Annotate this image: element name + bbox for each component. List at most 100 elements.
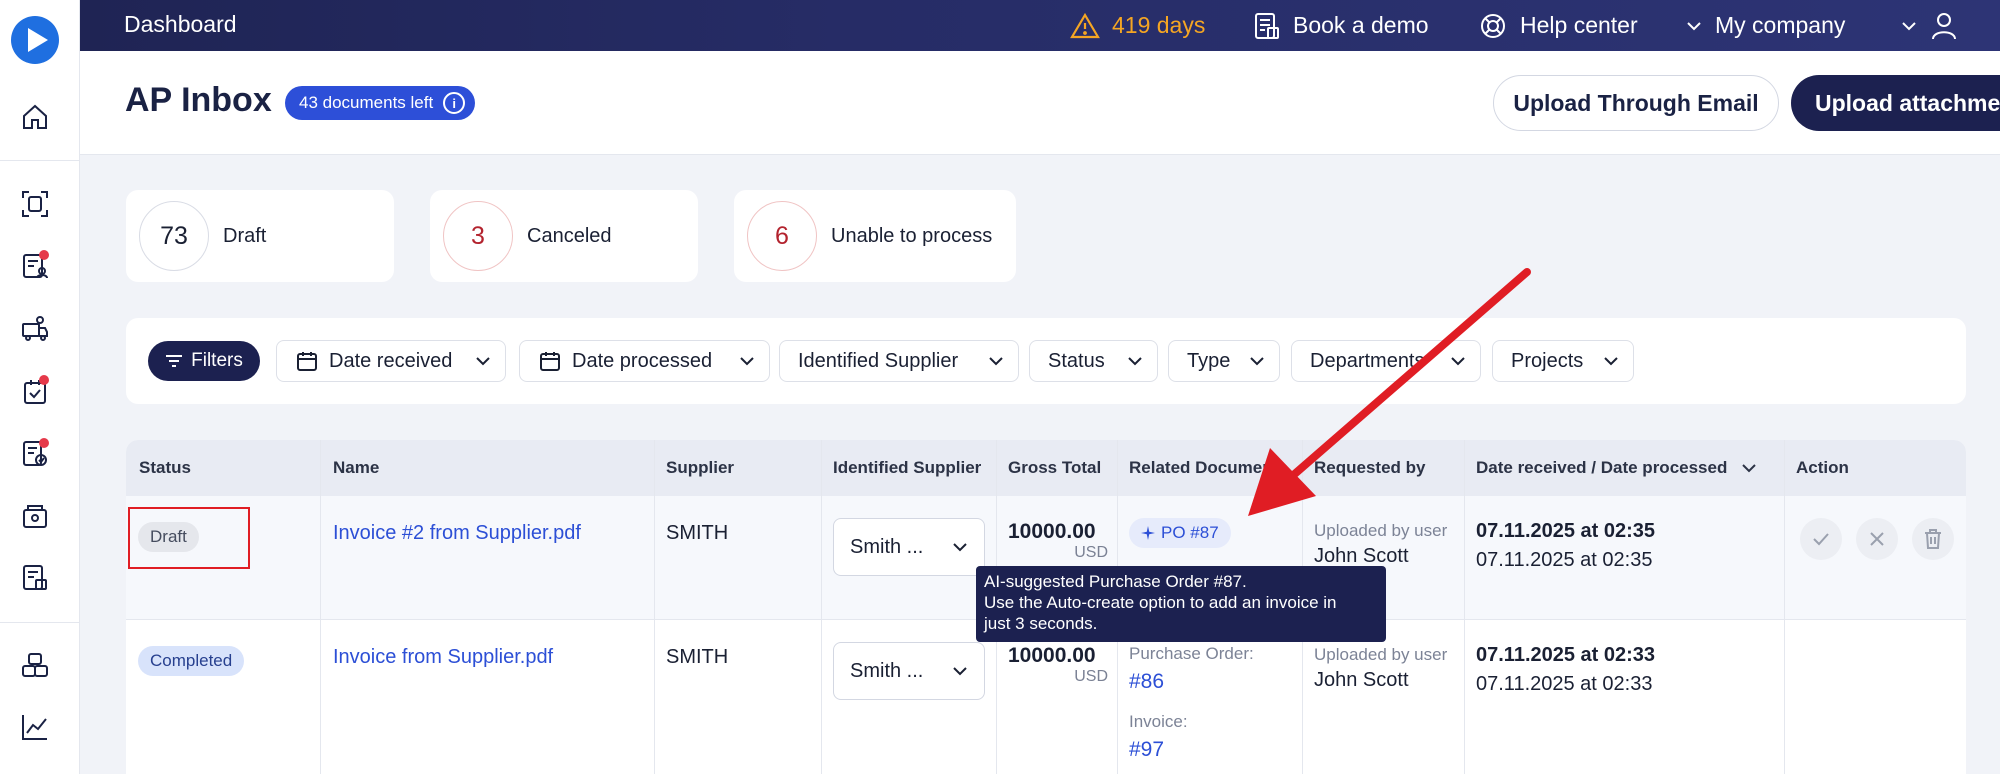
filter-lines-icon	[165, 354, 183, 368]
help-center-link[interactable]: Help center	[1478, 0, 1638, 51]
chevron-down-icon	[988, 356, 1004, 366]
stat-label: Draft	[223, 224, 267, 247]
tooltip-line: AI-suggested Purchase Order #87.	[984, 572, 1247, 591]
sparkle-icon	[1141, 526, 1155, 540]
chevron-down-icon	[739, 356, 755, 366]
gross-amount: 10000.00	[1008, 520, 1096, 543]
table-header: Status Name Supplier Identified Supplier…	[126, 440, 1966, 496]
date-received-filter[interactable]: Date received	[276, 340, 506, 382]
stat-card-canceled[interactable]: 3 Canceled	[430, 190, 698, 282]
payments-icon[interactable]	[17, 498, 53, 534]
upload-through-email-button[interactable]: Upload Through Email	[1493, 75, 1779, 131]
dropdown-label: Departments	[1310, 349, 1425, 372]
document-name-link[interactable]: Invoice from Supplier.pdf	[333, 646, 553, 669]
analytics-chart-icon[interactable]	[17, 709, 53, 745]
dropdown-label: Date received	[329, 349, 453, 372]
stat-label: Unable to process	[831, 224, 993, 247]
column-header[interactable]: Gross Total	[1008, 440, 1101, 496]
ai-suggested-po-chip[interactable]: PO #87	[1129, 518, 1231, 548]
column-divider	[821, 440, 822, 774]
sidebar-divider	[0, 622, 80, 623]
stat-count: 3	[443, 201, 513, 271]
requested-name: John Scott	[1314, 545, 1409, 567]
trial-days-text: 419 days	[1112, 12, 1206, 38]
stat-card-unable-to-process[interactable]: 6 Unable to process	[734, 190, 1016, 282]
column-header[interactable]: Requested by	[1314, 440, 1425, 496]
dashboard-link[interactable]: Dashboard	[124, 11, 237, 38]
filters-label: Filters	[191, 350, 243, 371]
identified-supplier-select[interactable]: Smith ...	[833, 518, 985, 576]
invoice-label: Invoice:	[1129, 712, 1188, 731]
departments-filter[interactable]: Departments	[1291, 340, 1481, 382]
gross-total: 10000.00 USD	[1008, 520, 1108, 562]
column-header[interactable]: Name	[333, 440, 379, 496]
integrations-icon[interactable]	[17, 647, 53, 683]
requested-label: Uploaded by user	[1314, 521, 1448, 540]
trial-days-indicator[interactable]: 419 days	[1070, 0, 1205, 51]
stat-card-draft[interactable]: 73 Draft	[126, 190, 394, 282]
book-demo-label: Book a demo	[1293, 12, 1429, 38]
identified-supplier-select[interactable]: Smith ...	[833, 642, 985, 700]
sidebar-divider	[0, 160, 80, 161]
company-switcher[interactable]: My company	[1685, 0, 1845, 51]
reject-button[interactable]	[1856, 518, 1898, 560]
column-header[interactable]: Supplier	[666, 440, 734, 496]
gross-total: 10000.00 USD	[1008, 644, 1108, 686]
column-header: Action	[1796, 458, 1849, 477]
home-icon[interactable]	[17, 99, 53, 135]
date-processed-filter[interactable]: Date processed	[519, 340, 770, 382]
stat-label: Canceled	[527, 224, 612, 247]
invoice-link[interactable]: #97	[1129, 738, 1254, 762]
chevron-down-icon	[952, 666, 968, 676]
supplier-text: SMITH	[666, 646, 729, 668]
warning-icon	[1070, 12, 1100, 40]
scan-document-icon[interactable]	[17, 186, 53, 222]
po-link[interactable]: #86	[1129, 670, 1254, 694]
document-name-link[interactable]: Invoice #2 from Supplier.pdf	[333, 522, 581, 545]
date-received: 07.11.2025 at 02:35	[1476, 520, 1656, 542]
app-logo[interactable]	[11, 16, 59, 64]
projects-filter[interactable]: Projects	[1492, 340, 1634, 382]
status-filter[interactable]: Status	[1029, 340, 1158, 382]
table-row[interactable]: Completed Invoice from Supplier.pdf SMIT…	[126, 620, 1966, 774]
dropdown-label: Type	[1187, 349, 1231, 372]
user-menu[interactable]	[1900, 0, 1958, 51]
column-header[interactable]: Status	[139, 440, 191, 496]
delete-button[interactable]	[1912, 518, 1954, 560]
gross-amount: 10000.00	[1008, 644, 1096, 667]
check-icon	[1812, 532, 1830, 546]
approve-button[interactable]	[1800, 518, 1842, 560]
ledger-icon[interactable]	[17, 560, 53, 596]
type-filter[interactable]: Type	[1168, 340, 1280, 382]
dates: 07.11.2025 at 02:33 07.11.2025 at 02:33	[1476, 644, 1655, 696]
calendar-icon	[538, 349, 562, 373]
date-processed: 07.11.2025 at 02:33	[1476, 673, 1653, 695]
date-sort-header[interactable]: Date received / Date processed	[1476, 440, 1757, 496]
documents-left-badge: 43 documents left i	[285, 86, 476, 120]
column-header[interactable]: Related Documents	[1129, 440, 1288, 496]
date-processed: 07.11.2025 at 02:35	[1476, 549, 1653, 571]
approvals-icon[interactable]	[17, 373, 53, 409]
book-demo-link[interactable]: Book a demo	[1253, 0, 1429, 51]
chevron-down-icon	[1741, 463, 1757, 473]
filters-button[interactable]: Filters	[148, 341, 260, 381]
top-bar: Dashboard 419 days Book a demo Help cent…	[80, 0, 2000, 51]
column-divider	[320, 440, 321, 774]
supplier-truck-icon[interactable]	[17, 311, 53, 347]
filter-bar: Filters Date received Date processed Ide…	[126, 318, 1966, 404]
related-documents: Purchase Order: #86 Invoice: #97	[1129, 644, 1254, 762]
user-invoices-icon[interactable]	[17, 248, 53, 284]
status-badge: Completed	[138, 646, 245, 676]
select-value: Smith ...	[850, 535, 924, 558]
stat-count: 73	[139, 201, 209, 271]
upload-attachment-button[interactable]: Upload attachment	[1791, 75, 2000, 131]
currency: USD	[1074, 668, 1108, 685]
requested-name: John Scott	[1314, 669, 1409, 691]
lifebuoy-icon	[1478, 11, 1508, 41]
identified-supplier-filter[interactable]: Identified Supplier	[779, 340, 1019, 382]
column-header[interactable]: Identified Supplier	[833, 440, 981, 496]
notification-dot	[39, 375, 49, 385]
info-icon[interactable]: i	[443, 92, 466, 114]
page-title: AP Inbox	[125, 81, 272, 119]
checked-documents-icon[interactable]	[17, 436, 53, 472]
